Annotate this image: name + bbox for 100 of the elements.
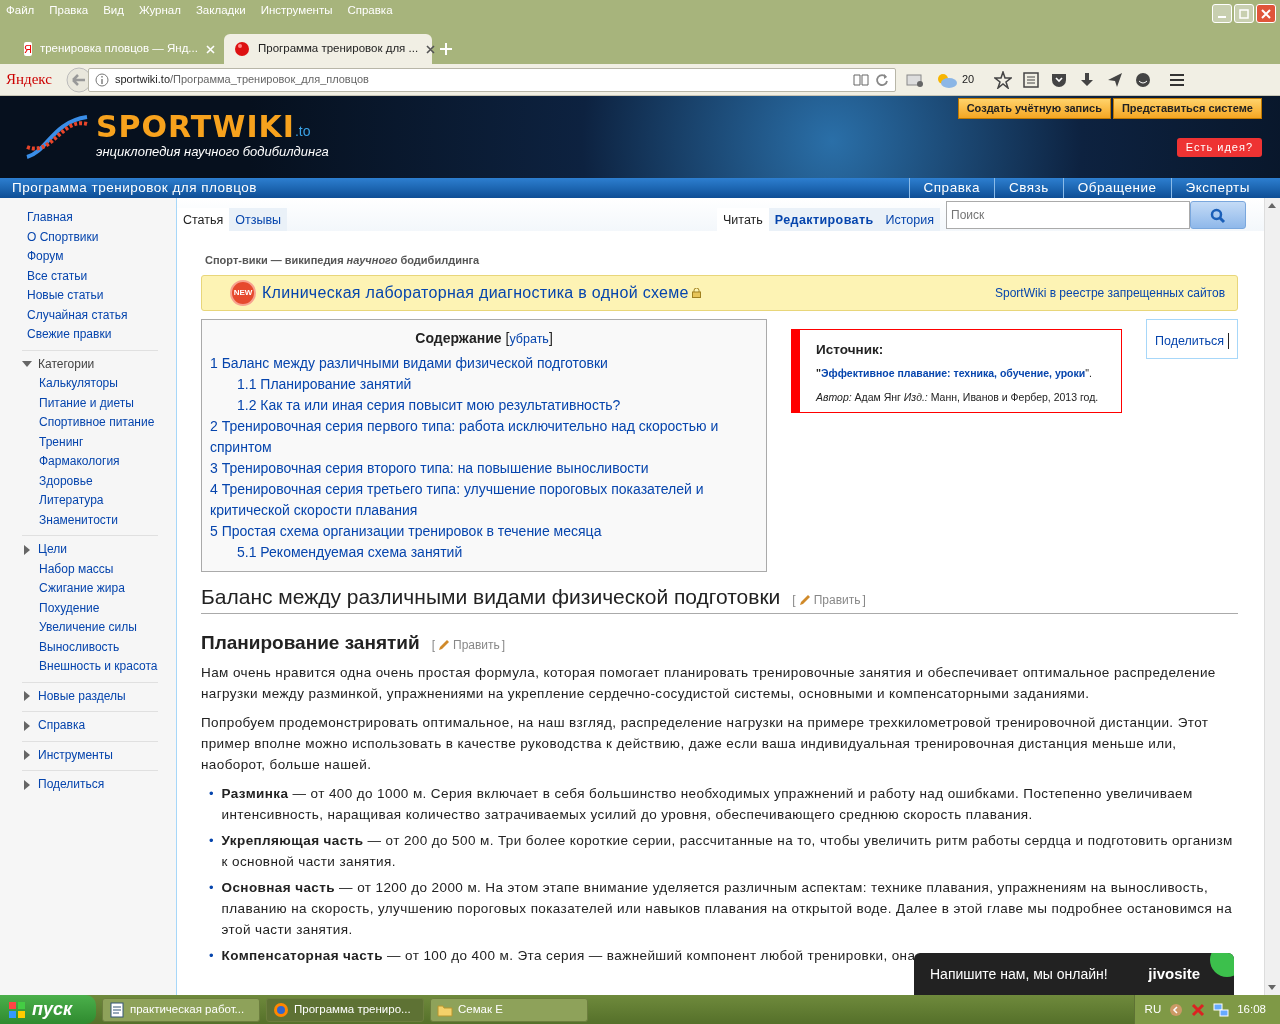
- page-tab[interactable]: Статья: [177, 208, 230, 231]
- scrollbar[interactable]: [1264, 198, 1280, 995]
- document-icon: [109, 1001, 125, 1018]
- sidebar-link[interactable]: Все статьи: [27, 266, 176, 286]
- sidebar-link[interactable]: Свежие правки: [27, 325, 176, 345]
- ball-icon: [234, 41, 250, 57]
- toc-link[interactable]: 1.2 Как та или иная серия повысит мою результативность?: [237, 394, 759, 416]
- star-icon[interactable]: [994, 70, 1013, 89]
- toc-link[interactable]: 1 Баланс между различными видами физической подготовки: [210, 352, 759, 374]
- view-tab[interactable]: Читать: [717, 208, 769, 231]
- windows-logo-icon: [8, 1000, 26, 1019]
- sidebar-link[interactable]: Главная: [27, 208, 176, 228]
- source-book: "Эффективное плавание: техника, обучение, уроки".: [816, 365, 1093, 381]
- subsection-heading: Планирование занятий: [201, 631, 420, 655]
- caret-right-icon[interactable]: [22, 750, 32, 761]
- weather-temperature: 20: [962, 72, 975, 88]
- view-tab[interactable]: Редактировать: [768, 208, 880, 231]
- reader-icon[interactable]: [853, 72, 869, 87]
- mail-icon[interactable]: [906, 71, 924, 88]
- toc-link[interactable]: 2 Тренировочная серия первого типа: работа исключительно над скоростью и спринтом: [210, 415, 759, 458]
- caret-right-icon[interactable]: [22, 544, 32, 555]
- edit-link[interactable]: [ Править ]: [792, 592, 866, 607]
- chat-brand: jivosite: [1148, 963, 1200, 984]
- browser-tab[interactable]: Программа тренировок для ...: [224, 34, 432, 64]
- lock-icon: [691, 288, 701, 299]
- list-item: Компенсаторная часть — от 100 до 400 м. Эта серия — важнейший компонент любой тренировки, она: [221, 947, 916, 966]
- sidebar-link[interactable]: Здоровье: [39, 471, 158, 491]
- caret-right-icon[interactable]: [22, 691, 32, 702]
- send-icon[interactable]: [1106, 70, 1125, 89]
- info-icon: [95, 72, 109, 87]
- sidebar-link[interactable]: Выносливость: [39, 637, 158, 657]
- caret-right-icon[interactable]: [22, 720, 32, 731]
- close-icon[interactable]: [426, 44, 436, 54]
- logo-tagline: энциклопедия научного бодибилдинга: [96, 143, 329, 162]
- sidebar-link[interactable]: Калькуляторы: [39, 374, 158, 394]
- chat-icon[interactable]: [1134, 70, 1153, 89]
- share-button[interactable]: Поделиться: [1145, 318, 1238, 359]
- new-badge: NEW: [230, 279, 256, 306]
- search-field[interactable]: Поиск: [946, 201, 1190, 229]
- list-item: Основная часть — от 1200 до 2000 м. На этом этапе внимание уделяется различным аспектам: технике плавания, упражнениям на выносливость, плаванию на скорость, улучшению пороговых показателей или навыков плавания на открытой воде. Далее в этой главе мы подробнее остановимся на этой части занятия.: [221, 879, 1234, 940]
- banner-link[interactable]: SportWiki в реестре запрещенных сайтов: [995, 283, 1225, 302]
- clock: 16:08: [1237, 1001, 1266, 1017]
- account-link[interactable]: Создать учётную запись: [957, 98, 1111, 119]
- caret-right-icon[interactable]: [22, 779, 32, 790]
- sidebar-section-title[interactable]: Справка: [38, 716, 86, 736]
- idea-button[interactable]: Есть идея?: [1176, 138, 1262, 157]
- taskbar-item[interactable]: Программа трениро...: [266, 997, 424, 1022]
- source-credits: Автор: Адам Янг Изд.: Манн, Иванов и Фербер, 2013 год.: [816, 389, 1100, 405]
- book-link[interactable]: Эффективное плавание: техника, обучение, уроки: [821, 366, 1086, 379]
- toc-toggle[interactable]: [убрать]: [505, 329, 553, 346]
- logo-domain: .to: [295, 122, 311, 142]
- sidebar-link[interactable]: Сжигание жира: [39, 579, 158, 599]
- sidebar-section-title[interactable]: Новые разделы: [38, 686, 126, 706]
- account-link[interactable]: Представиться системе: [1112, 98, 1262, 119]
- sidebar-link[interactable]: Питание и диеты: [39, 393, 158, 413]
- toc-link[interactable]: 5 Простая схема организации тренировок в течение месяца: [210, 520, 759, 542]
- list-icon[interactable]: [1022, 70, 1041, 89]
- toc-title: Содержание: [415, 329, 502, 346]
- bullet: •: [209, 832, 214, 851]
- paragraph: Попробуем продемонстрировать оптимальное, на наш взгляд, распределение нагрузки на примере трехкилометровой тренировочной дистанции. Этот пример вполне можно использовать в качестве руководства к действию, даже если ваша индивидуальная тренировочная дистанция меньше или, наоборот, больше нашей.: [201, 714, 1210, 775]
- page-tab[interactable]: Отзывы: [229, 208, 288, 231]
- address-field[interactable]: sportwiki.to/Программа_тренировок_для_пловцов: [88, 67, 896, 92]
- sidebar-section-title[interactable]: Инструменты: [38, 745, 113, 765]
- list-item: Укрепляющая часть — от 200 до 500 м. Три более короткие серии, рассчитанные на то, чтобы увеличить ритм работы сердца и подготовить организм к основной части занятия.: [221, 832, 1234, 872]
- pencil-icon: [437, 637, 451, 652]
- sidebar-section-title[interactable]: Категории: [38, 354, 95, 374]
- reload-icon[interactable]: [875, 72, 889, 87]
- search-button[interactable]: [1190, 201, 1246, 229]
- sidebar-link[interactable]: Форум: [27, 247, 176, 267]
- browser-tab[interactable]: Я тренировка пловцов — Янд...: [14, 34, 222, 64]
- bullet: •: [209, 785, 214, 804]
- site-motto: Спорт-вики — википедия научного бодибилдинга: [205, 253, 481, 268]
- sidebar-link[interactable]: Новые статьи: [27, 286, 176, 306]
- edit-link[interactable]: [ Править ]: [431, 637, 506, 653]
- sidebar-link[interactable]: Случайная статья: [27, 305, 176, 325]
- sidebar-section-title[interactable]: Цели: [38, 540, 67, 560]
- view-tab[interactable]: История: [879, 208, 940, 231]
- sidebar-link[interactable]: Тренинг: [39, 432, 158, 452]
- page-title: Программа тренировок для пловцов: [12, 178, 258, 197]
- toc-link[interactable]: 4 Тренировочная серия третьего типа: улучшение пороговых показателей и критической скорости плавания: [210, 478, 759, 521]
- chat-widget[interactable]: Напишите нам, мы онлайн! jivosite: [914, 953, 1234, 995]
- sidebar-link[interactable]: Спортивное питание: [39, 413, 158, 433]
- yandex-favicon: Я: [24, 42, 32, 56]
- toc-link[interactable]: 1.1 Планирование занятий: [237, 373, 759, 395]
- sidebar-link[interactable]: Знаменитости: [39, 510, 158, 530]
- sidebar-link[interactable]: О Спортвики: [27, 227, 176, 247]
- toc-link[interactable]: 5.1 Рекомендуемая схема занятий: [237, 541, 759, 563]
- source-label: Источник:: [816, 340, 885, 359]
- network-icon[interactable]: [1213, 1002, 1230, 1017]
- sidebar-link[interactable]: Похудение: [39, 598, 158, 618]
- sidebar-section-title[interactable]: Поделиться: [38, 775, 105, 795]
- sidebar-link[interactable]: Фармакология: [39, 452, 158, 472]
- banner-link[interactable]: Клиническая лабораторная диагностика в одной схеме: [262, 283, 689, 301]
- sidebar-link[interactable]: Внешность и красота: [39, 657, 158, 677]
- pencil-icon: [797, 592, 812, 607]
- toc-link[interactable]: 3 Тренировочная серия второго типа: на повышение выносливости: [210, 457, 759, 479]
- sidebar-link[interactable]: Набор массы: [39, 559, 158, 579]
- list-item: Разминка — от 400 до 1000 м. Серия включает в себя большинство необходимых упражнений и работу над ошибками. Постепенно увеличиваем интенсивность, наращивая количество затрачиваемых усилий до уровня, обеспечивающего среднюю скорость плавания.: [221, 785, 1194, 825]
- sidebar-link[interactable]: Литература: [39, 491, 158, 511]
- sidebar-link[interactable]: Увеличение силы: [39, 618, 158, 638]
